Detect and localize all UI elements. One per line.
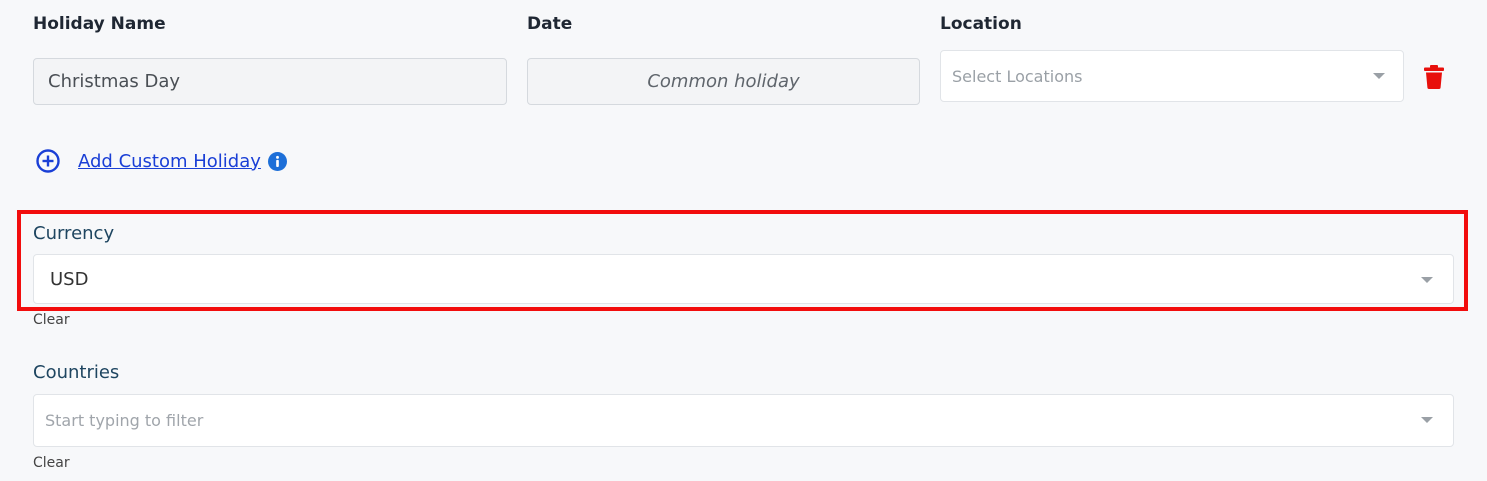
chevron-down-icon (1421, 417, 1433, 423)
add-custom-holiday-link[interactable]: Add Custom Holiday (78, 151, 261, 172)
location-select[interactable]: Select Locations (940, 50, 1404, 102)
holiday-date-field[interactable]: Common holiday (527, 58, 920, 105)
countries-select[interactable]: Start typing to filter (33, 394, 1454, 447)
currency-label: Currency (33, 223, 115, 244)
currency-value: USD (50, 268, 89, 290)
countries-clear-link[interactable]: Clear (33, 455, 70, 471)
holiday-name-field[interactable]: Christmas Day (33, 58, 507, 105)
chevron-down-icon (1421, 277, 1433, 283)
location-placeholder: Select Locations (952, 66, 1083, 86)
holiday-date-value: Common holiday (647, 71, 800, 92)
plus-circle-icon[interactable] (36, 149, 60, 173)
holiday-name-value: Christmas Day (48, 71, 181, 92)
currency-clear-link[interactable]: Clear (33, 312, 70, 328)
location-header: Location (940, 14, 1022, 34)
countries-label: Countries (33, 362, 120, 383)
trash-icon[interactable] (1424, 65, 1444, 89)
holiday-settings-page: Holiday Name Date Location Christmas Day… (0, 0, 1487, 481)
date-header: Date (527, 14, 573, 34)
countries-placeholder: Start typing to filter (45, 411, 204, 430)
currency-select[interactable]: USD (33, 254, 1454, 304)
holiday-name-header: Holiday Name (33, 14, 166, 34)
add-custom-holiday-row: Add Custom Holiday (36, 147, 287, 175)
chevron-down-icon (1373, 73, 1385, 79)
info-icon[interactable] (267, 151, 287, 171)
